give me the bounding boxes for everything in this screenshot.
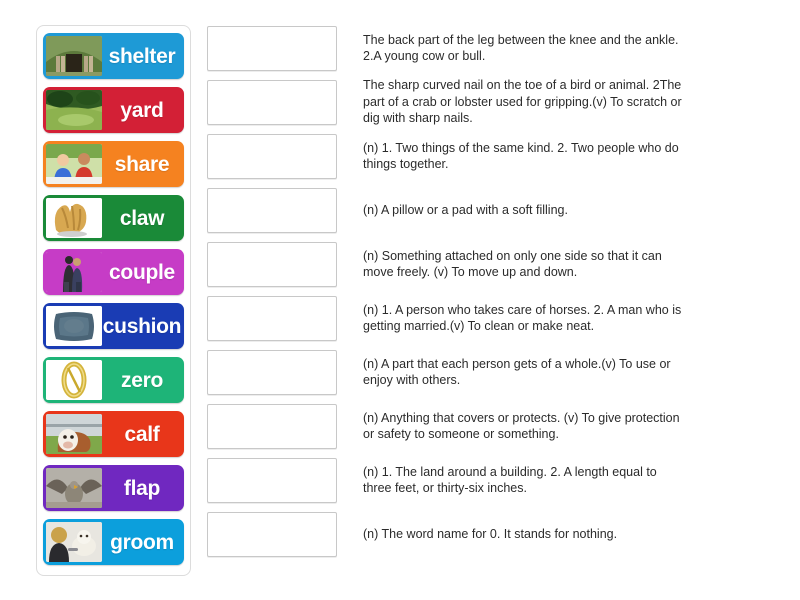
match-row: The sharp curved nail on the toe of a bi… [207, 78, 767, 126]
green-garden-yard-icon [46, 90, 102, 130]
word-card[interactable]: flap [43, 465, 184, 511]
word-card[interactable]: zero [43, 357, 184, 403]
match-row: (n) The word name for 0. It stands for n… [207, 511, 767, 557]
word-card[interactable]: groom [43, 519, 184, 565]
answer-drop-box[interactable] [207, 187, 337, 233]
definition-text: (n) A pillow or a pad with a soft fillin… [363, 202, 568, 217]
definition-text: (n) A part that each person gets of a wh… [363, 356, 671, 388]
answer-drop-box[interactable] [207, 457, 337, 503]
match-row: (n) 1. A person who takes care of horses… [207, 295, 767, 341]
answer-drop-box[interactable] [207, 295, 337, 341]
answer-drop-box[interactable] [207, 241, 337, 287]
bird-flapping-wings-icon [46, 468, 102, 508]
answer-drop-box[interactable] [207, 25, 337, 71]
word-card-label: couple [109, 260, 175, 284]
word-card-label: yard [120, 98, 164, 122]
match-row: (n) A pillow or a pad with a soft fillin… [207, 187, 767, 233]
answer-drop-box[interactable] [207, 403, 337, 449]
word-card[interactable]: calf [43, 411, 184, 457]
couple-standing-icon [46, 252, 102, 292]
word-bank-panel: shelter yard share claw couple cushion z… [36, 25, 191, 576]
crab-claw-icon [46, 198, 102, 238]
match-row: (n) Anything that covers or protects. (v… [207, 403, 767, 449]
word-card[interactable]: shelter [43, 33, 184, 79]
word-card-label: share [114, 152, 170, 176]
definition-text: The sharp curved nail on the toe of a bi… [363, 78, 682, 126]
match-row: The back part of the leg between the kne… [207, 25, 767, 71]
word-card[interactable]: cushion [43, 303, 184, 349]
word-card[interactable]: couple [43, 249, 184, 295]
definition-text: (n) The word name for 0. It stands for n… [363, 526, 618, 541]
golden-zero-digit-icon [46, 360, 102, 400]
word-card-label: zero [121, 368, 163, 392]
definition-text: (n) Anything that covers or protects. (v… [363, 410, 680, 442]
answer-drop-box[interactable] [207, 349, 337, 395]
word-card-label: claw [119, 206, 165, 230]
definition-text: The back part of the leg between the kne… [363, 32, 679, 64]
answer-drop-box[interactable] [207, 79, 337, 125]
word-card[interactable]: share [43, 141, 184, 187]
earth-shelter-hut-icon [46, 36, 102, 76]
definition-text: (n) 1. The land around a building. 2. A … [363, 464, 657, 496]
match-row: (n) 1. The land around a building. 2. A … [207, 457, 767, 503]
match-row: (n) 1. Two things of the same kind. 2. T… [207, 133, 767, 179]
match-row: (n) Something attached on only one side … [207, 241, 767, 287]
two-children-sharing-icon [46, 144, 102, 184]
blue-cushion-pillow-icon [46, 306, 102, 346]
match-rows: The back part of the leg between the kne… [207, 25, 767, 557]
word-card-label: flap [123, 476, 161, 500]
word-card-label: cushion [102, 314, 182, 338]
word-card[interactable]: yard [43, 87, 184, 133]
brown-calf-cow-icon [46, 414, 102, 454]
definition-text: (n) Something attached on only one side … [363, 248, 662, 280]
definition-text: (n) 1. A person who takes care of horses… [363, 302, 682, 334]
word-card-label: calf [124, 422, 160, 446]
word-card-label: groom [110, 530, 174, 554]
woman-grooming-dog-icon [46, 522, 102, 562]
answer-drop-box[interactable] [207, 511, 337, 557]
answer-drop-box[interactable] [207, 133, 337, 179]
definition-text: (n) 1. Two things of the same kind. 2. T… [363, 140, 679, 172]
word-card-label: shelter [108, 44, 176, 68]
match-row: (n) A part that each person gets of a wh… [207, 349, 767, 395]
word-card[interactable]: claw [43, 195, 184, 241]
